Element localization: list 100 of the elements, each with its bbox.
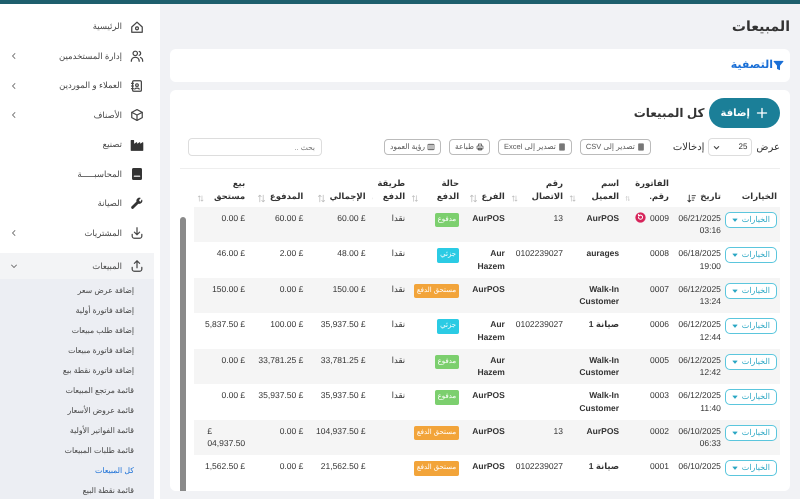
- sidebar-label[interactable]: الرئيسية: [92, 20, 122, 34]
- table-cell: 35,937.50 £: [258, 389, 304, 402]
- table-cell: نقدا: [392, 212, 406, 222]
- table-cell: 33,781.25 £: [320, 354, 366, 366]
- table-cell: 0002: [650, 424, 669, 438]
- table-cell: 150.00 £: [212, 282, 246, 296]
- upload-icon: [130, 259, 144, 273]
- sidebar-label[interactable]: تصنيع: [102, 138, 122, 152]
- filter-card[interactable]: التصفية: [170, 49, 790, 82]
- caret-down-icon: [713, 144, 720, 150]
- sidebar-label[interactable]: المبيعات: [92, 260, 122, 272]
- columns-icon: [426, 143, 435, 151]
- table-cell: 0.00 £: [280, 282, 304, 296]
- table-cell: 0.00 £: [222, 389, 246, 402]
- caret-down-icon: [732, 252, 738, 258]
- table-cell: 60.00 £: [337, 212, 366, 224]
- table-cell: AurPOS: [586, 212, 620, 224]
- sidebar-label[interactable]: الصيانة: [98, 197, 122, 210]
- filter-label[interactable]: التصفية: [730, 57, 773, 74]
- table-cell: £ 04,937.50: [207, 424, 246, 450]
- table-cell: 21,562.50 £: [320, 460, 366, 473]
- table-cell: 150.00 £: [332, 282, 366, 296]
- table-cell: AurPOS: [472, 460, 505, 473]
- column-header[interactable]: الفرع: [482, 190, 505, 202]
- table-cell: 06/12/2025 13:24: [678, 282, 721, 308]
- caret-down-icon: [732, 288, 738, 294]
- table-cell: AurPOS: [472, 424, 505, 438]
- document-icon: [636, 143, 645, 151]
- table-cell: 0.00 £: [222, 212, 246, 224]
- table-cell: 06/21/2025 03:16: [678, 212, 721, 237]
- caret-down-icon: [732, 323, 738, 329]
- table-cell: AurPOS: [472, 212, 505, 224]
- contact-book-icon: [130, 78, 144, 93]
- column-header[interactable]: الفاتورة رقم.: [634, 177, 669, 202]
- plus-icon: [756, 107, 768, 119]
- entries-select[interactable]: 25: [708, 138, 752, 156]
- column-header[interactable]: المدفوع: [270, 190, 304, 202]
- add-button[interactable]: إضافة: [708, 98, 780, 128]
- column-header[interactable]: اسم العميل: [580, 177, 620, 202]
- document-icon: [558, 143, 566, 151]
- column-header[interactable]: الخيارات: [742, 190, 777, 202]
- column-header[interactable]: الإجمالي: [330, 190, 366, 202]
- table-cell: 0009: [650, 212, 669, 224]
- table-cell: 46.00 £: [216, 247, 246, 260]
- table-cell-text: Aur Hazem: [476, 354, 505, 379]
- table-cell: نقدا: [392, 390, 406, 400]
- table-cell: نقدا: [392, 248, 406, 258]
- table-cell: AurPOS: [472, 282, 505, 296]
- caret-down-icon: [732, 465, 738, 471]
- table-cell-text: Aur Hazem: [476, 247, 505, 272]
- table-cell: 06/10/2025 06:33: [678, 424, 721, 450]
- table-cell: 06/12/2025 12:44: [678, 318, 721, 344]
- column-header[interactable]: تاريخ: [700, 190, 721, 202]
- table-cell: نقدا: [392, 284, 406, 294]
- column-header[interactable]: طريقة الدفع: [377, 177, 406, 202]
- table-cell: 0102239027: [516, 319, 564, 329]
- book-icon: [130, 167, 144, 182]
- table-cell: 0007: [650, 282, 669, 296]
- table-cell: 33,781.25 £: [258, 354, 304, 366]
- table-cell: 100.00 £: [270, 318, 304, 331]
- sidebar-label[interactable]: العملاء و الموردين: [59, 79, 122, 92]
- table-cell: 0008: [650, 247, 669, 260]
- table-cell: AurPOS: [586, 424, 620, 438]
- table-cell: 0.00 £: [280, 424, 304, 438]
- table-cell: 0102239027: [516, 248, 564, 258]
- entries-label: إدخالات: [672, 140, 704, 154]
- table-cell: 0.00 £: [280, 460, 304, 473]
- home-icon: [130, 20, 144, 34]
- column-header[interactable]: بيع مستحق: [208, 177, 246, 202]
- column-header[interactable]: حالة الدفع: [422, 177, 460, 202]
- table-cell: AurPOS: [472, 389, 505, 402]
- download-icon: [130, 226, 144, 240]
- table-cell: 0102239027: [516, 461, 564, 471]
- table-cell: 0003: [650, 389, 669, 402]
- table-cell: 48.00 £: [337, 247, 366, 260]
- sidebar-label[interactable]: المحاسبـــــة: [77, 168, 122, 181]
- table-cell: 06/10/2025: [678, 460, 721, 473]
- table-cell: 0005: [650, 354, 669, 366]
- filter-icon: [773, 60, 784, 71]
- table-cell-text: Walk-In Customer: [578, 354, 620, 379]
- printer-icon: [476, 143, 484, 151]
- table-cell-text: Aur Hazem: [476, 318, 505, 344]
- table-cell: 1,562.50 £: [204, 460, 246, 473]
- table-cell: 0006: [650, 318, 669, 331]
- users-icon: [130, 49, 144, 64]
- wrench-icon: [130, 196, 144, 211]
- table-cell: 0.00 £: [222, 354, 246, 366]
- table-cell: 06/18/2025 19:00: [678, 247, 721, 272]
- table-cell: 13: [554, 426, 564, 436]
- factory-icon: [130, 138, 144, 152]
- table-cell: 35,937.50 £: [320, 389, 366, 402]
- sidebar-label[interactable]: المشتريات: [84, 226, 122, 240]
- sidebar-label[interactable]: إدارة المستخدمين: [59, 50, 122, 63]
- column-header[interactable]: رقم الاتصال: [522, 177, 564, 202]
- caret-down-icon: [732, 430, 738, 436]
- sidebar-label[interactable]: الأصناف: [94, 108, 122, 122]
- table-cell: نقدا: [392, 354, 406, 364]
- table-cell-text: Walk-In Customer: [578, 389, 620, 414]
- table-cell: 5,837.50 £: [204, 318, 246, 331]
- page-title: المبيعات: [730, 17, 790, 36]
